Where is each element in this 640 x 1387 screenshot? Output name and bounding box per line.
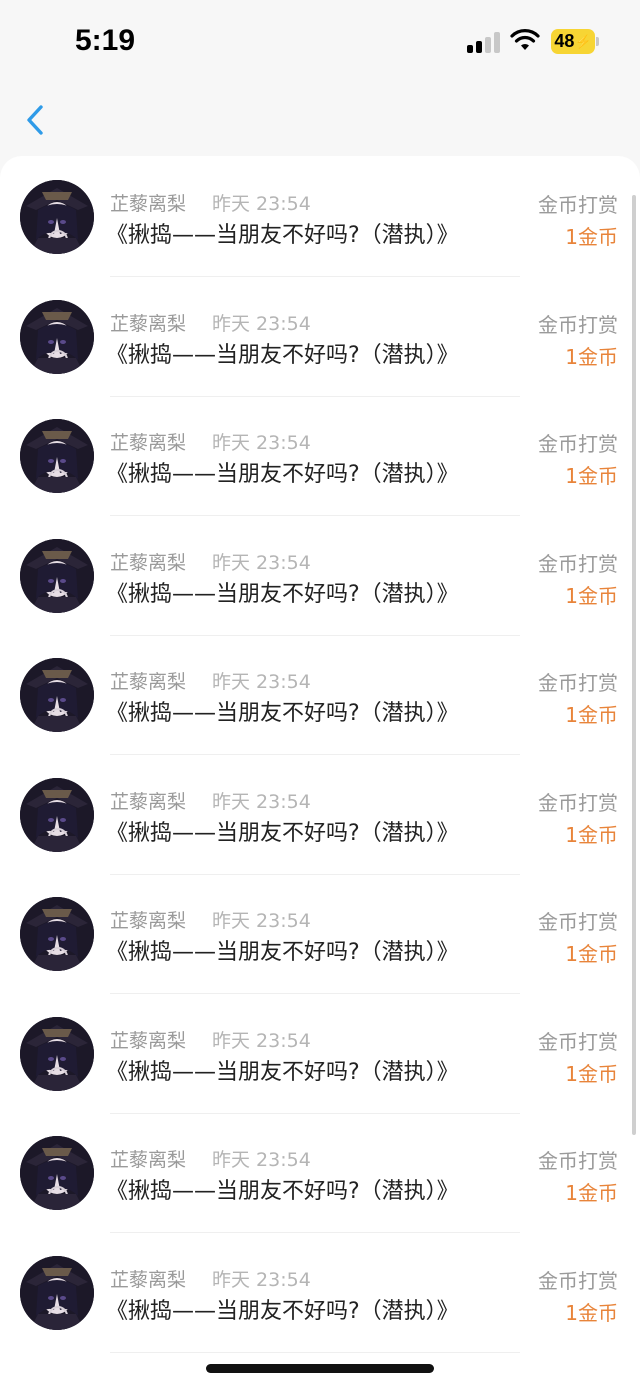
reward-amount: 1金币 bbox=[565, 583, 618, 608]
list-item[interactable]: 芷藜离梨 昨天 23:54 《揪捣——当朋友不好吗?（潜执）》 金币打赏 1金币 bbox=[0, 278, 640, 397]
timestamp: 昨天 23:54 bbox=[212, 1029, 311, 1052]
list-item[interactable]: 芷藜离梨 昨天 23:54 《揪捣——当朋友不好吗?（潜执）》 金币打赏 1金币 bbox=[0, 1114, 640, 1233]
avatar-image bbox=[20, 1136, 94, 1210]
reward-type: 金币打赏 bbox=[538, 790, 618, 815]
avatar-image bbox=[20, 1016, 94, 1091]
reward-amount: 1金币 bbox=[565, 703, 618, 727]
list-item[interactable]: 芷藜离梨 昨天 23:54 《揪捣——当朋友不好吗?（潜执）》 金币打赏 1金币 bbox=[0, 397, 640, 516]
battery-icon: 48 ⚡ bbox=[551, 29, 595, 54]
username[interactable]: 芷藜离梨 bbox=[110, 1265, 186, 1292]
reward-amount: 1金币 bbox=[565, 942, 618, 966]
username[interactable]: 芷藜离梨 bbox=[110, 309, 186, 336]
username[interactable]: 芷藜离梨 bbox=[110, 667, 186, 694]
avatar[interactable] bbox=[20, 299, 94, 374]
battery-level: 48 bbox=[554, 31, 575, 51]
avatar[interactable] bbox=[20, 897, 94, 971]
reward-type: 金币打赏 bbox=[538, 671, 618, 695]
avatar[interactable] bbox=[20, 1136, 94, 1210]
avatar[interactable] bbox=[20, 777, 94, 852]
timestamp: 昨天 23:54 bbox=[212, 193, 311, 215]
reward-type: 金币打赏 bbox=[538, 1149, 618, 1173]
timestamp: 昨天 23:54 bbox=[212, 551, 311, 574]
avatar-image bbox=[20, 419, 94, 493]
list-item[interactable]: 芷藜离梨 昨天 23:54 《揪捣——当朋友不好吗?（潜执）》 金币打赏 1金币 bbox=[0, 636, 640, 755]
username[interactable]: 芷藜离梨 bbox=[110, 428, 186, 455]
timestamp: 昨天 23:54 bbox=[212, 1149, 311, 1171]
username[interactable]: 芷藜离梨 bbox=[110, 1145, 186, 1172]
work-title[interactable]: 《揪捣——当朋友不好吗?（潜执）》 bbox=[106, 815, 459, 847]
reward-amount: 1金币 bbox=[565, 464, 618, 488]
work-title[interactable]: 《揪捣——当朋友不好吗?（潜执）》 bbox=[106, 576, 459, 608]
list-item[interactable]: 芷藜离梨 昨天 23:54 《揪捣——当朋友不好吗?（潜执）》 金币打赏 1金币 bbox=[0, 995, 640, 1114]
battery-cap bbox=[596, 37, 599, 46]
cellular-signal-icon bbox=[467, 31, 503, 53]
back-button[interactable] bbox=[18, 102, 54, 138]
reward-amount: 1金币 bbox=[565, 225, 618, 249]
avatar-image bbox=[20, 299, 94, 374]
avatar[interactable] bbox=[20, 419, 94, 493]
timestamp: 昨天 23:54 bbox=[212, 790, 311, 813]
avatar[interactable] bbox=[20, 180, 94, 254]
work-title[interactable]: 《揪捣——当朋友不好吗?（潜执）》 bbox=[106, 456, 459, 488]
timestamp: 昨天 23:54 bbox=[212, 1268, 311, 1291]
scrollbar[interactable] bbox=[632, 195, 636, 1135]
nav-bar bbox=[0, 84, 640, 156]
reward-type: 金币打赏 bbox=[538, 193, 618, 217]
timestamp: 昨天 23:54 bbox=[212, 432, 311, 454]
avatar[interactable] bbox=[20, 1016, 94, 1091]
avatar-image bbox=[20, 658, 94, 732]
username[interactable]: 芷藜离梨 bbox=[110, 787, 186, 814]
wifi-icon bbox=[510, 29, 540, 50]
username[interactable]: 芷藜离梨 bbox=[110, 189, 186, 216]
reward-type: 金币打赏 bbox=[538, 910, 618, 934]
home-indicator[interactable] bbox=[206, 1364, 434, 1373]
avatar[interactable] bbox=[20, 1255, 94, 1330]
list-item[interactable]: 芷藜离梨 昨天 23:54 《揪捣——当朋友不好吗?（潜执）》 金币打赏 1金币 bbox=[0, 875, 640, 994]
reward-amount: 1金币 bbox=[565, 1061, 618, 1086]
chevron-left-icon bbox=[27, 105, 43, 135]
avatar-image bbox=[20, 1255, 94, 1330]
reward-amount: 1金币 bbox=[565, 344, 618, 369]
work-title[interactable]: 《揪捣——当朋友不好吗?（潜执）》 bbox=[106, 934, 459, 966]
username[interactable]: 芷藜离梨 bbox=[110, 906, 186, 933]
reward-type: 金币打赏 bbox=[538, 1268, 618, 1293]
work-title[interactable]: 《揪捣——当朋友不好吗?（潜执）》 bbox=[106, 217, 459, 249]
list-item[interactable]: 芷藜离梨 昨天 23:54 《揪捣——当朋友不好吗?（潜执）》 金币打赏 1金币 bbox=[0, 1234, 640, 1353]
username[interactable]: 芷藜离梨 bbox=[110, 548, 186, 575]
avatar-image bbox=[20, 538, 94, 613]
reward-amount: 1金币 bbox=[565, 1181, 618, 1205]
work-title[interactable]: 《揪捣——当朋友不好吗?（潜执）》 bbox=[106, 1293, 459, 1325]
username[interactable]: 芷藜离梨 bbox=[110, 1026, 186, 1053]
work-title[interactable]: 《揪捣——当朋友不好吗?（潜执）》 bbox=[106, 695, 459, 727]
avatar-image bbox=[20, 777, 94, 852]
list-item[interactable]: 芷藜离梨 昨天 23:54 《揪捣——当朋友不好吗?（潜执）》 金币打赏 1金币 bbox=[0, 158, 640, 277]
list-item[interactable]: 芷藜离梨 昨天 23:54 《揪捣——当朋友不好吗?（潜执）》 金币打赏 1金币 bbox=[0, 517, 640, 636]
reward-type: 金币打赏 bbox=[538, 551, 618, 576]
list-item[interactable]: 芷藜离梨 昨天 23:54 《揪捣——当朋友不好吗?（潜执）》 金币打赏 1金币 bbox=[0, 756, 640, 875]
work-title[interactable]: 《揪捣——当朋友不好吗?（潜执）》 bbox=[106, 1173, 459, 1205]
timestamp: 昨天 23:54 bbox=[212, 910, 311, 932]
timestamp: 昨天 23:54 bbox=[212, 671, 311, 693]
reward-list: 芷藜离梨 昨天 23:54 《揪捣——当朋友不好吗?（潜执）》 金币打赏 1金币… bbox=[0, 156, 640, 1387]
reward-amount: 1金币 bbox=[565, 822, 618, 847]
avatar-image bbox=[20, 897, 94, 971]
reward-amount: 1金币 bbox=[565, 1300, 618, 1325]
reward-type: 金币打赏 bbox=[538, 432, 618, 456]
charging-bolt-icon: ⚡ bbox=[575, 33, 592, 49]
status-time: 5:19 bbox=[75, 24, 136, 57]
status-bar: 5:19 48 ⚡ bbox=[0, 0, 640, 84]
reward-type: 金币打赏 bbox=[538, 312, 618, 337]
work-title[interactable]: 《揪捣——当朋友不好吗?（潜执）》 bbox=[106, 1054, 459, 1086]
reward-type: 金币打赏 bbox=[538, 1029, 618, 1054]
avatar[interactable] bbox=[20, 658, 94, 732]
avatar[interactable] bbox=[20, 538, 94, 613]
work-title[interactable]: 《揪捣——当朋友不好吗?（潜执）》 bbox=[106, 337, 459, 369]
avatar-image bbox=[20, 180, 94, 254]
timestamp: 昨天 23:54 bbox=[212, 312, 311, 335]
